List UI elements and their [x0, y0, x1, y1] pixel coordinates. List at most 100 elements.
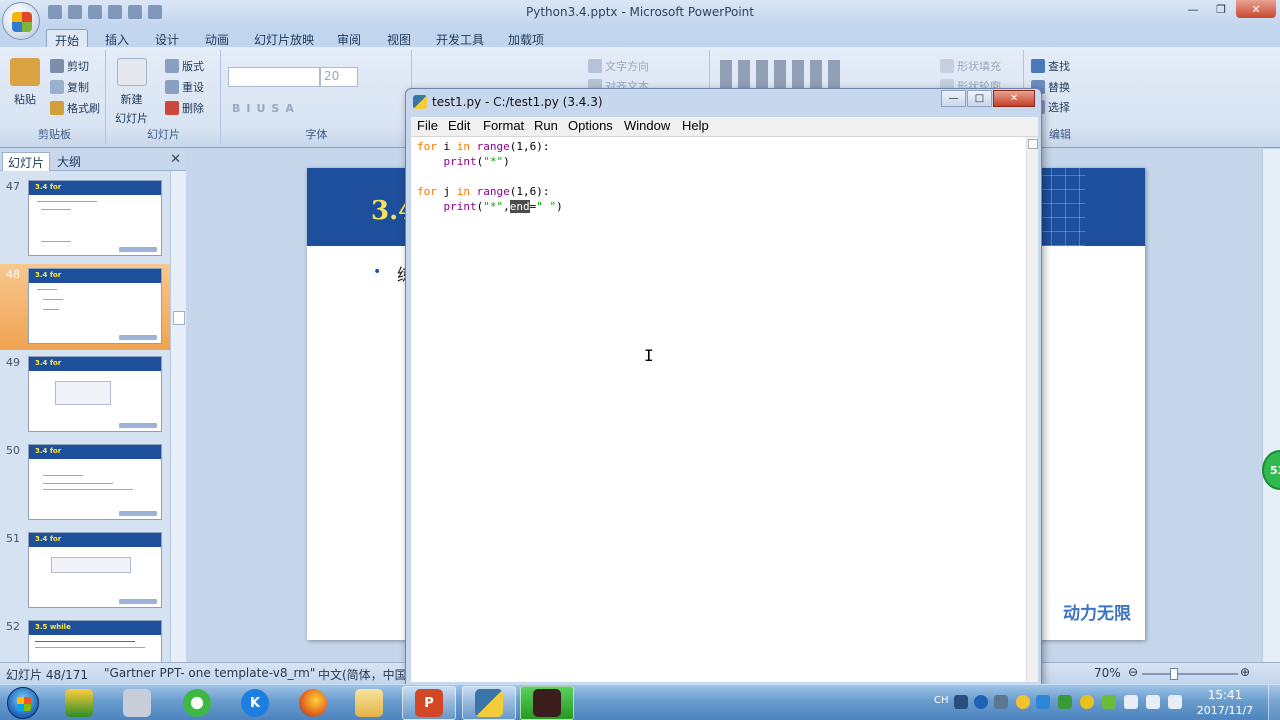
idle-titlebar[interactable]: test1.py - C:/test1.py (3.4.3) — □ ✕ — [406, 89, 1041, 117]
tab-design[interactable]: 设计 — [147, 29, 187, 48]
code-line-4[interactable]: for j in range(1,6): — [417, 184, 550, 199]
delete-slide-button[interactable]: 删除 — [165, 100, 204, 116]
show-desktop-button[interactable] — [1268, 685, 1280, 720]
help-icon[interactable] — [974, 695, 988, 709]
selected-text[interactable]: end — [509, 200, 530, 213]
slide-thumbnail-47[interactable]: 47 3.4 for — [0, 176, 170, 262]
zoom-out-icon[interactable]: ⊖ — [1128, 665, 1138, 679]
volume-icon[interactable] — [1124, 695, 1138, 709]
keyboard-icon[interactable] — [954, 695, 968, 709]
font-name-box[interactable] — [228, 67, 320, 87]
tab-insert[interactable]: 插入 — [97, 29, 137, 48]
zoom-slider[interactable] — [1142, 673, 1238, 675]
slide-thumbnail-51[interactable]: 51 3.4 for — [0, 528, 170, 614]
qq-icon[interactable] — [1016, 695, 1030, 709]
tray-menu-icon[interactable] — [994, 695, 1008, 709]
tab-review[interactable]: 审阅 — [329, 29, 369, 48]
close-panel-icon[interactable]: ✕ — [170, 152, 181, 167]
slide-thumbnail-50[interactable]: 50 3.4 for — [0, 440, 170, 526]
minimize-button[interactable]: — — [1180, 0, 1206, 18]
tab-slideshow[interactable]: 幻灯片放映 — [246, 29, 322, 48]
idle-close-button[interactable]: ✕ — [993, 90, 1035, 107]
shield-icon[interactable] — [1058, 695, 1072, 709]
idle-minimize-button[interactable]: — — [941, 90, 966, 107]
taskbar-app-screen-recorder[interactable] — [520, 686, 574, 720]
menu-edit[interactable]: Edit — [448, 118, 470, 133]
slide-thumbnail-52[interactable]: 52 3.5 while — [0, 616, 170, 663]
taskbar-app-folder[interactable] — [342, 686, 396, 720]
code-line-2[interactable]: print("*") — [417, 154, 510, 169]
idle-maximize-button[interactable]: □ — [967, 90, 992, 107]
taskbar-app-firefox[interactable] — [286, 686, 340, 720]
scroll-up-icon[interactable] — [1028, 139, 1038, 149]
menu-run[interactable]: Run — [534, 118, 558, 133]
slide-brand-text: 动力无限 — [1063, 604, 1131, 624]
paste-icon — [10, 58, 40, 86]
menu-format[interactable]: Format — [483, 118, 524, 133]
taskbar-app-powerpoint[interactable]: P — [402, 686, 456, 720]
menu-options[interactable]: Options — [568, 118, 613, 133]
panel-tabs: 幻灯片 大纲 ✕ — [0, 149, 186, 171]
code-line-5[interactable]: print("*",end=" ") — [417, 199, 563, 214]
slides-panel-scrollbar[interactable] — [170, 171, 186, 663]
360-guard-icon[interactable] — [1080, 695, 1094, 709]
format-painter-button[interactable]: 格式刷 — [50, 100, 100, 116]
maximize-button[interactable]: ❐ — [1208, 0, 1234, 18]
flag-icon[interactable] — [1168, 695, 1182, 709]
office-button[interactable] — [2, 2, 40, 40]
scrollbar-thumb[interactable] — [173, 311, 185, 325]
tab-slides[interactable]: 幻灯片 — [2, 152, 51, 171]
layout-button[interactable]: 版式 — [165, 58, 204, 74]
language-status[interactable]: 中文(简体，中国 — [318, 666, 407, 683]
shape-fill-button[interactable]: 形状填充 — [940, 58, 1001, 74]
close-button[interactable]: ✕ — [1236, 0, 1276, 18]
fill-icon — [940, 59, 954, 73]
cut-button[interactable]: 剪切 — [50, 58, 89, 74]
zoom-level[interactable]: 70% — [1094, 666, 1121, 680]
checkmark-icon[interactable] — [1102, 695, 1116, 709]
start-button[interactable] — [3, 685, 43, 720]
browser-360-icon — [183, 689, 211, 717]
tab-outline[interactable]: 大纲 — [52, 152, 86, 171]
taskbar-app-360[interactable] — [170, 686, 224, 720]
tab-developer[interactable]: 开发工具 — [428, 29, 492, 48]
find-button[interactable]: 查找 — [1031, 58, 1070, 74]
text-direction-button[interactable]: 文字方向 — [588, 58, 649, 74]
slide-thumbnail-48[interactable]: 48 3.4 for — [0, 264, 170, 350]
new-slide-button[interactable]: 新建 幻灯片 — [115, 58, 148, 126]
input-language[interactable]: CH — [934, 695, 949, 706]
code-editor-scrollbar[interactable] — [1026, 137, 1038, 682]
explorer-icon — [65, 689, 93, 717]
menu-file[interactable]: File — [417, 118, 438, 133]
people-icon[interactable] — [1036, 695, 1050, 709]
network-icon[interactable] — [1146, 695, 1160, 709]
font-size-box[interactable]: 20 — [320, 67, 358, 87]
code-line-1[interactable]: for i in range(1,6): — [417, 139, 550, 154]
text-direction-icon — [588, 59, 602, 73]
tab-view[interactable]: 视图 — [379, 29, 419, 48]
recorder-icon — [533, 689, 561, 717]
tab-addins[interactable]: 加载项 — [500, 29, 552, 48]
slides-panel: 幻灯片 大纲 ✕ 47 3.4 for 48 3.4 for 49 3.4 fo… — [0, 149, 186, 663]
taskbar-app-kugou[interactable]: K — [228, 686, 282, 720]
clock-time[interactable]: 15:41 — [1200, 688, 1250, 702]
firefox-icon — [299, 689, 327, 717]
text-cursor-icon: I — [644, 346, 654, 365]
taskbar-app-python[interactable] — [462, 686, 516, 720]
menu-window[interactable]: Window — [624, 118, 670, 133]
copy-button[interactable]: 复制 — [50, 79, 89, 95]
tab-home[interactable]: 开始 — [46, 29, 89, 48]
clock-date[interactable]: 2017/11/7 — [1194, 704, 1256, 717]
reset-button[interactable]: 重设 — [165, 79, 204, 95]
slide-area-scrollbar[interactable] — [1262, 149, 1280, 663]
taskbar-app-chrome[interactable] — [110, 686, 164, 720]
paste-button[interactable]: 粘贴 — [10, 58, 40, 107]
tab-animations[interactable]: 动画 — [197, 29, 237, 48]
menu-help[interactable]: Help — [682, 118, 709, 133]
taskbar-app-explorer[interactable] — [52, 686, 106, 720]
zoom-slider-knob[interactable] — [1170, 668, 1178, 680]
zoom-in-icon[interactable]: ⊕ — [1240, 665, 1250, 679]
font-format-buttons[interactable]: BIUSA — [232, 102, 300, 115]
code-editor[interactable]: for i in range(1,6): print("*") for j in… — [411, 137, 1026, 682]
slide-thumbnail-49[interactable]: 49 3.4 for — [0, 352, 170, 438]
